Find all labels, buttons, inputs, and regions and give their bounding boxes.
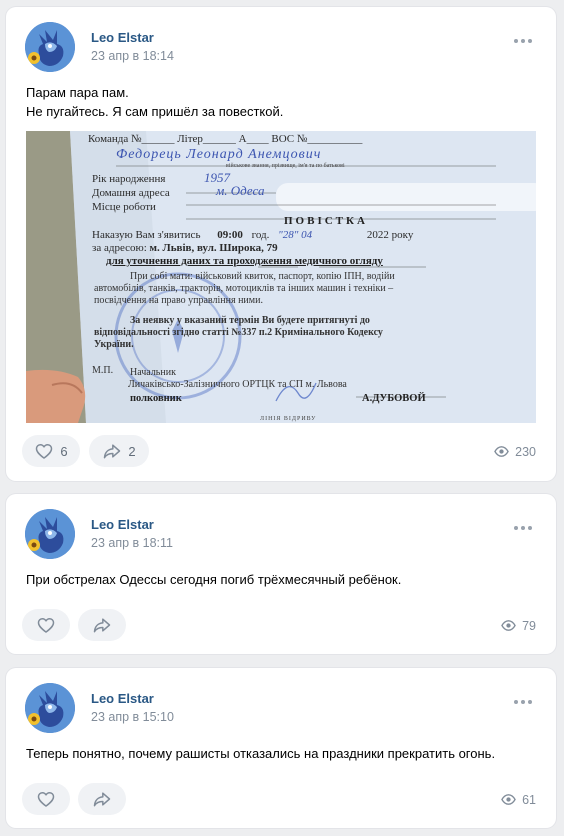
time-value: 09:00: [217, 229, 243, 241]
avatar[interactable]: [25, 683, 75, 733]
author-name[interactable]: Leo Elstar: [91, 517, 154, 532]
birth-label: Рік народження: [92, 173, 166, 185]
views-count: 230: [515, 444, 536, 459]
post-date[interactable]: 23 апр в 18:14: [91, 49, 174, 63]
author-name[interactable]: Leo Elstar: [91, 30, 154, 45]
hour-label: год.: [251, 229, 270, 241]
like-button[interactable]: 6: [22, 435, 80, 467]
warning-line: За неявку у вказаний термін Ви будете пр…: [130, 315, 370, 326]
address-city: м. Львів, вул. Широка, 79: [149, 242, 278, 254]
share-button[interactable]: [78, 783, 126, 815]
author-name[interactable]: Leo Elstar: [91, 691, 154, 706]
post-text-line: Не пугайтесь. Я сам пришёл за повесткой.: [26, 104, 284, 119]
like-button[interactable]: [22, 783, 70, 815]
address-label: Домашня адреса: [92, 187, 170, 199]
address-prefix: за адресою:: [92, 242, 147, 254]
post-text-line: При обстрелах Одессы сегодня погиб трёхм…: [26, 572, 402, 587]
docs-line: автомобілів, танків, тракторів, мотоцикл…: [94, 283, 394, 294]
eye-icon: [501, 792, 516, 807]
year-text: 2022 року: [366, 229, 414, 241]
docs-line: При собі мати: військовий квиток, паспор…: [130, 271, 395, 282]
avatar[interactable]: [25, 509, 75, 559]
handwritten-name: Федорець Леонард Анемцович: [116, 147, 322, 162]
post-text-line: Парам пара пам.: [26, 85, 129, 100]
post-text: Парам пара пам. Не пугайтесь. Я сам приш…: [26, 83, 283, 121]
views-counter: 79: [501, 618, 536, 633]
heart-icon: [36, 789, 56, 809]
work-label: Місце роботи: [92, 201, 156, 213]
eye-icon: [501, 618, 516, 633]
post-text: При обстрелах Одессы сегодня погиб трёхм…: [26, 570, 401, 589]
date-value: "28" 04: [278, 229, 313, 241]
share-icon: [92, 789, 112, 809]
views-count: 79: [522, 618, 536, 633]
rank-label: полковник: [130, 393, 182, 404]
post-card: Leo Elstar 23 апр в 18:11 При обстрелах …: [6, 494, 556, 654]
docs-line: посвідчення на право управління ними.: [94, 295, 263, 306]
avatar[interactable]: [25, 22, 75, 72]
post-photo[interactable]: Команда №______ Літер______ А____ ВОС №_…: [26, 131, 536, 423]
warning-line: відповідальності згідно статті №337 п.2 …: [94, 327, 383, 338]
more-options-icon[interactable]: [514, 39, 532, 45]
order-text: Наказую Вам з'явитись: [92, 229, 201, 241]
form-caption: військове звання, прізвище, ім'я та по б…: [226, 163, 345, 169]
chief-label: Начальник: [130, 367, 176, 378]
address-value: м. Одеса: [216, 183, 265, 198]
share-button[interactable]: 2: [89, 435, 149, 467]
address-line: за адресою: м. Львів, вул. Широка, 79: [92, 242, 278, 254]
views-count: 61: [522, 792, 536, 807]
signer-name: А.ДУБОВОЙ: [362, 393, 426, 404]
post-text: Теперь понятно, почему рашисты отказалис…: [26, 744, 495, 763]
summons-purpose: для уточнення даних та проходження медич…: [106, 255, 383, 267]
heart-icon: [36, 615, 56, 635]
summons-heading: ПОВІСТКА: [284, 215, 368, 227]
post-card: Leo Elstar 23 апр в 15:10 Теперь понятно…: [6, 668, 556, 828]
form-line-1: Команда №______ Літер______ А____ ВОС №_…: [88, 133, 363, 145]
share-icon: [102, 441, 122, 461]
docs-text: При собі мати: військовий квиток, паспор…: [94, 271, 504, 307]
warning-line: України.: [94, 339, 134, 350]
stamp-place: М.П.: [92, 365, 114, 376]
views-counter: 61: [501, 792, 536, 807]
tear-line: ЛІНІЯ ВІДРИВУ: [260, 416, 317, 422]
order-line: Наказую Вам з'явитись 09:00 год. "28" 04…: [92, 229, 413, 241]
heart-icon: [34, 441, 54, 461]
more-options-icon[interactable]: [514, 526, 532, 532]
eye-icon: [494, 444, 509, 459]
share-count: 2: [128, 443, 136, 459]
post-date[interactable]: 23 апр в 15:10: [91, 710, 174, 724]
post-text-line: Теперь понятно, почему рашисты отказалис…: [26, 746, 496, 761]
share-icon: [92, 615, 112, 635]
like-count: 6: [60, 443, 68, 459]
like-button[interactable]: [22, 609, 70, 641]
share-button[interactable]: [78, 609, 126, 641]
more-options-icon[interactable]: [514, 700, 532, 706]
office-label: Личаківсько-Залізничного ОРТЦК та СП м. …: [128, 379, 347, 390]
post-card: Leo Elstar 23 апр в 18:14 Парам пара пам…: [6, 7, 556, 481]
warning-text: За неявку у вказаний термін Ви будете пр…: [94, 315, 504, 351]
post-date[interactable]: 23 апр в 18:11: [91, 536, 173, 550]
views-counter: 230: [494, 444, 536, 459]
